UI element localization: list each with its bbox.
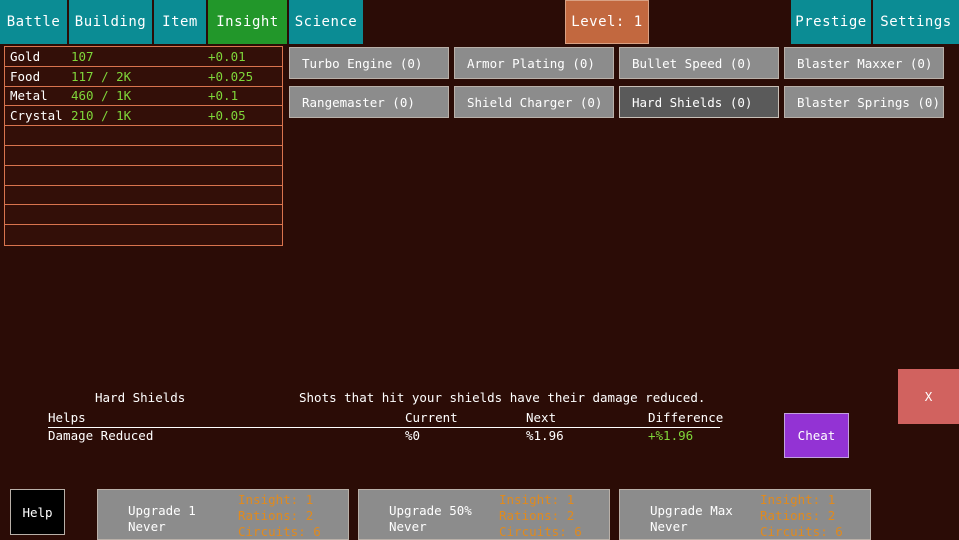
resource-name: Crystal	[10, 108, 63, 124]
tab-settings-label: Settings	[880, 14, 952, 30]
detail-description: Shots that hit your shields have their d…	[299, 390, 706, 405]
resource-row-empty	[5, 205, 282, 226]
upgrade-bullet-speed-label: Bullet Speed (0)	[632, 55, 753, 71]
upgrade-bullet-speed[interactable]: Bullet Speed (0)	[619, 47, 779, 79]
buy-upgrade-50-percent[interactable]: Upgrade 50% Never Insight: 1 Rations: 2 …	[358, 489, 610, 540]
resource-row-empty	[5, 166, 282, 186]
close-icon: X	[924, 389, 933, 404]
tab-item-label: Item	[162, 14, 198, 30]
level-indicator-label: Level: 1	[571, 14, 643, 30]
upgrade-hard-shields[interactable]: Hard Shields (0)	[619, 86, 779, 118]
detail-header-helps: Helps	[48, 410, 86, 425]
cheat-button-label: Cheat	[797, 428, 836, 443]
upgrade-detail-panel: Hard Shields Shots that hit your shields…	[0, 386, 740, 446]
upgrade-shield-charger[interactable]: Shield Charger (0)	[454, 86, 614, 118]
detail-value-row: Damage Reduced %0 %1.96 +%1.96	[48, 428, 720, 445]
resource-rate: +0.05	[208, 108, 246, 124]
resource-row-empty	[5, 126, 282, 146]
tab-insight[interactable]: Insight	[208, 0, 289, 44]
upgrade-turbo-engine-label: Turbo Engine (0)	[302, 55, 423, 71]
resource-row: Gold 107 +0.01	[5, 47, 282, 67]
tab-prestige[interactable]: Prestige	[791, 0, 873, 44]
buy-upgrade-1-costs: Insight: 1 Rations: 2 Circuits: 6	[238, 492, 321, 539]
level-indicator[interactable]: Level: 1	[565, 0, 649, 44]
buy-upgrade-50-percent-label: Upgrade 50% Never	[389, 503, 472, 534]
detail-header-difference: Difference	[648, 410, 724, 425]
resource-name: Gold	[10, 48, 41, 64]
tab-prestige-label: Prestige	[795, 14, 867, 30]
buy-upgrade-1-label: Upgrade 1 Never	[128, 503, 196, 534]
resource-name: Food	[10, 68, 41, 84]
resource-row-empty	[5, 146, 282, 166]
resource-row: Metal 460 / 1K +0.1	[5, 87, 282, 107]
upgrade-blaster-springs[interactable]: Blaster Springs (0)	[784, 86, 944, 118]
tab-battle[interactable]: Battle	[0, 0, 69, 44]
resource-row: Food 117 / 2K +0.025	[5, 67, 282, 87]
upgrade-blaster-springs-label: Blaster Springs (0)	[797, 94, 940, 110]
resource-rate: +0.1	[208, 88, 239, 104]
close-button[interactable]: X	[898, 369, 959, 424]
resource-amount: 460 / 1K	[71, 88, 132, 104]
resource-row: Crystal 210 / 1K +0.05	[5, 106, 282, 127]
tab-settings[interactable]: Settings	[873, 0, 959, 44]
buy-upgrade-50-percent-costs: Insight: 1 Rations: 2 Circuits: 6	[499, 492, 582, 539]
resource-panel: Gold 107 +0.01 Food 117 / 2K +0.025 Meta…	[4, 46, 283, 246]
buy-upgrade-max-label: Upgrade Max Never	[650, 503, 733, 534]
resource-amount: 117 / 2K	[71, 68, 132, 84]
help-button-label: Help	[22, 504, 53, 520]
resource-row-empty	[5, 225, 282, 245]
cheat-button[interactable]: Cheat	[784, 413, 849, 458]
tab-science[interactable]: Science	[289, 0, 365, 44]
upgrade-armor-plating[interactable]: Armor Plating (0)	[454, 47, 614, 79]
buy-upgrade-max[interactable]: Upgrade Max Never Insight: 1 Rations: 2 …	[619, 489, 871, 540]
upgrade-hard-shields-label: Hard Shields (0)	[632, 94, 753, 110]
detail-title: Hard Shields	[95, 390, 186, 405]
detail-header-next: Next	[526, 410, 557, 425]
upgrade-shield-charger-label: Shield Charger (0)	[467, 94, 603, 110]
tab-building-label: Building	[74, 14, 147, 30]
help-button[interactable]: Help	[10, 489, 65, 535]
detail-header-row: Helps Current Next Difference	[48, 410, 724, 428]
upgrade-rangemaster[interactable]: Rangemaster (0)	[289, 86, 449, 118]
tab-item[interactable]: Item	[154, 0, 208, 44]
resource-amount: 107	[71, 48, 94, 64]
resource-row-empty	[5, 186, 282, 206]
tab-insight-label: Insight	[216, 14, 279, 30]
buy-upgrade-max-costs: Insight: 1 Rations: 2 Circuits: 6	[760, 492, 843, 539]
detail-value-current: %0	[405, 428, 421, 443]
detail-value-next: %1.96	[526, 428, 564, 443]
upgrade-armor-plating-label: Armor Plating (0)	[467, 55, 595, 71]
buy-upgrade-1[interactable]: Upgrade 1 Never Insight: 1 Rations: 2 Ci…	[97, 489, 349, 540]
upgrade-blaster-maxxer-label: Blaster Maxxer (0)	[797, 55, 933, 71]
upgrade-rangemaster-label: Rangemaster (0)	[302, 94, 415, 110]
resource-name: Metal	[10, 88, 48, 104]
tab-battle-label: Battle	[6, 14, 61, 30]
detail-value-difference: +%1.96	[648, 428, 694, 443]
detail-value-helps: Damage Reduced	[48, 428, 154, 443]
tab-science-label: Science	[294, 14, 358, 30]
tab-building[interactable]: Building	[69, 0, 154, 44]
resource-rate: +0.025	[208, 68, 254, 84]
resource-amount: 210 / 1K	[71, 108, 132, 124]
upgrade-blaster-maxxer[interactable]: Blaster Maxxer (0)	[784, 47, 944, 79]
upgrade-turbo-engine[interactable]: Turbo Engine (0)	[289, 47, 449, 79]
detail-header-current: Current	[405, 410, 458, 425]
resource-rate: +0.01	[208, 48, 246, 64]
top-navigation-bar: Battle Building Item Insight Science Lev…	[0, 0, 959, 44]
